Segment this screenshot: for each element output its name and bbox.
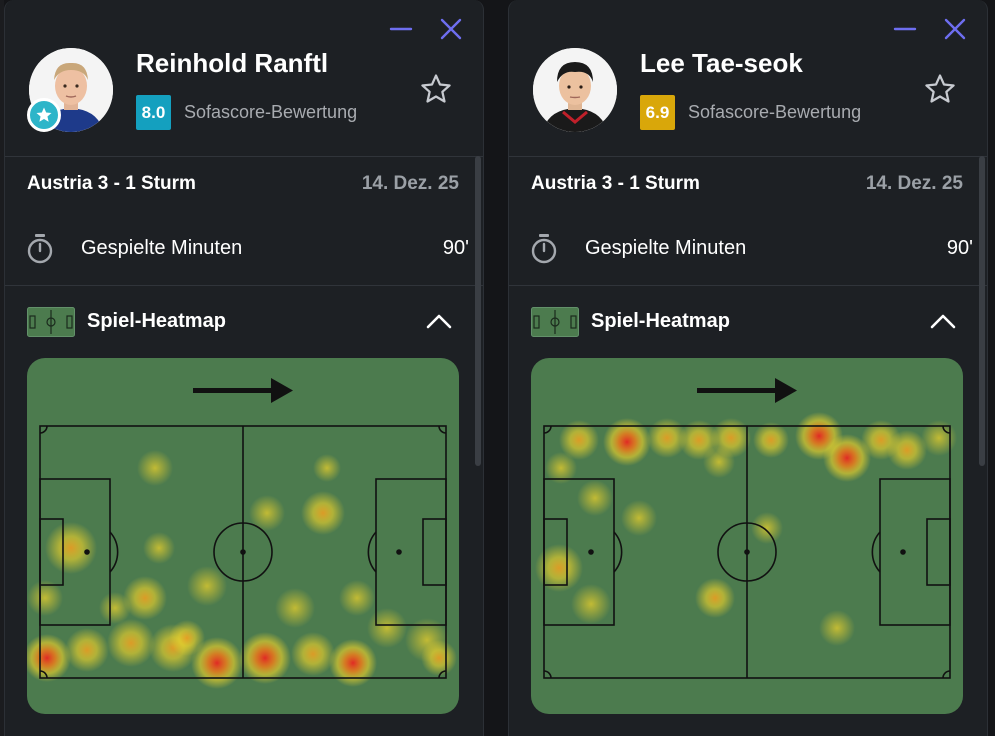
minutes-played-label: Gespielte Minuten [81,237,243,259]
stopwatch-icon [25,233,55,265]
minutes-played-label: Gespielte Minuten [585,237,747,259]
player-name: Lee Tae-seok [640,48,803,78]
favorite-star-icon[interactable] [923,72,957,106]
minimize-icon[interactable] [389,18,413,40]
divider [509,156,987,157]
scrollbar[interactable] [475,156,481,466]
pitch-icon [531,307,579,337]
heatmap [531,358,963,714]
player-avatar [533,48,617,132]
divider [5,285,483,286]
stopwatch-icon [529,233,559,265]
scrollbar[interactable] [979,156,985,466]
heatmap [27,358,459,714]
chevron-up-icon[interactable] [425,310,453,332]
close-icon[interactable] [439,18,463,40]
player-name: Reinhold Ranftl [136,48,329,78]
heatmap-section-toggle[interactable]: Spiel-Heatmap [509,300,987,344]
heatmap-title: Spiel-Heatmap [591,310,730,332]
divider [509,285,987,286]
player-card-ranftl: Reinhold Ranftl 8.0 Sofascore-Bewertung … [4,0,484,736]
player-card-lee: Lee Tae-seok 6.9 Sofascore-Bewertung Aus… [508,0,988,736]
match-date: 14. Dez. 25 [361,173,459,194]
minimize-icon[interactable] [893,18,917,40]
rating-label: Sofascore-Bewertung [688,102,862,122]
divider [5,156,483,157]
minutes-played-value: 90' [946,237,973,259]
heatmap-blobs [27,450,457,689]
star-badge-icon [27,98,61,132]
match-title: Austria 3 - 1 Sturm [27,173,196,194]
heatmap-section-toggle[interactable]: Spiel-Heatmap [5,300,483,344]
heatmap-blobs [535,412,957,646]
match-date: 14. Dez. 25 [865,173,963,194]
rating-label: Sofascore-Bewertung [184,102,358,122]
pitch-icon [27,307,75,337]
heatmap-title: Spiel-Heatmap [87,310,226,332]
direction-arrow-icon [697,378,797,403]
rating-badge: 6.9 [640,95,675,130]
direction-arrow-icon [193,378,293,403]
minutes-played-value: 90' [442,237,469,259]
favorite-star-icon[interactable] [419,72,453,106]
rating-badge: 8.0 [136,95,171,130]
match-title: Austria 3 - 1 Sturm [531,173,700,194]
player-avatar [27,48,113,132]
close-icon[interactable] [943,18,967,40]
chevron-up-icon[interactable] [929,310,957,332]
